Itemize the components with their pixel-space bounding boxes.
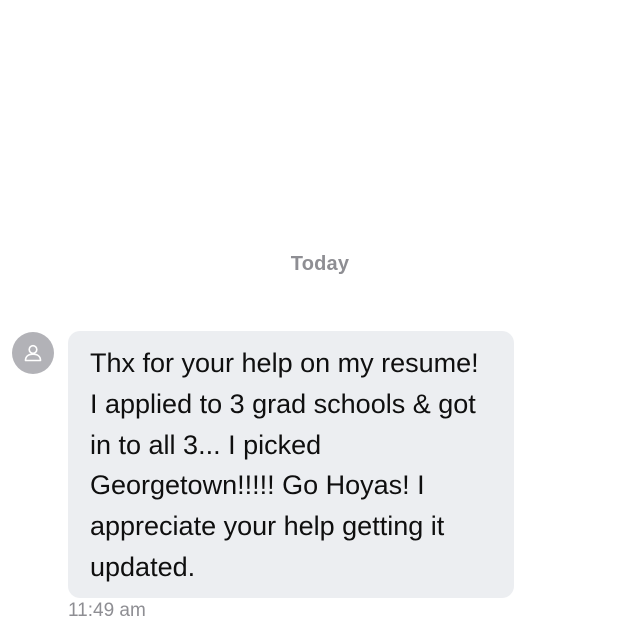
- message-line: updated.: [90, 551, 196, 582]
- message-line: Georgetown!!!!! Go Hoyas! I: [90, 470, 425, 501]
- message-line: appreciate your help getting it: [90, 511, 445, 542]
- message-thread: Today Thx for your help on my resume! I …: [0, 0, 640, 640]
- message-line: in to all 3... I picked: [90, 429, 322, 460]
- message-line: I applied to 3 grad schools & got: [90, 388, 476, 419]
- incoming-message-bubble[interactable]: Thx for your help on my resume! I applie…: [68, 331, 514, 598]
- message-text: Thx for your help on my resume! I applie…: [90, 343, 494, 588]
- date-divider: Today: [290, 253, 350, 275]
- sender-avatar[interactable]: [12, 332, 54, 374]
- message-line: Thx for your help on my resume!: [90, 348, 479, 378]
- person-icon: [24, 344, 42, 362]
- message-timestamp: 11:49 am: [68, 600, 146, 621]
